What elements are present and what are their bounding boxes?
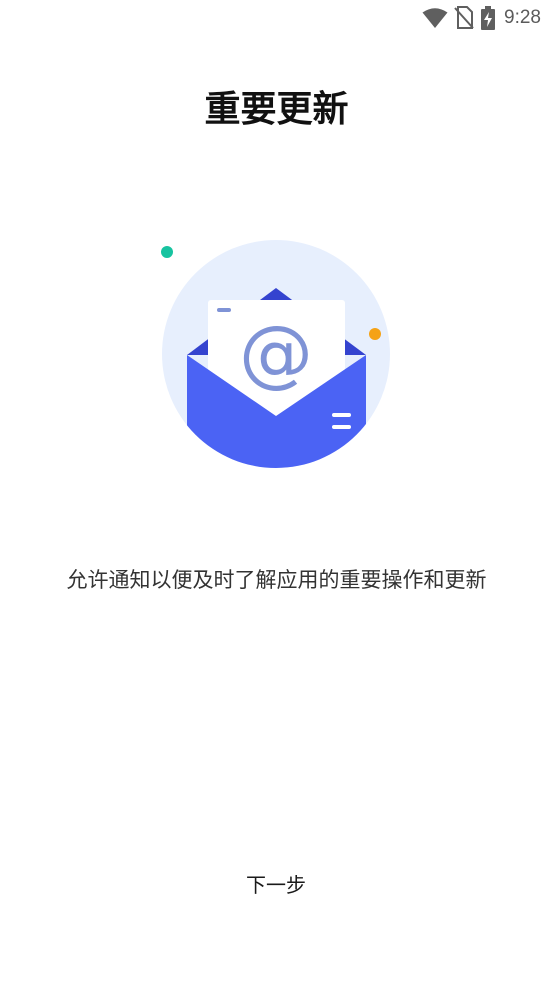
wifi-icon [422,7,448,29]
email-illustration: @ [150,230,410,480]
status-icons: 9:28 [416,6,541,30]
teal-dot [161,246,173,258]
no-sim-icon [454,6,474,30]
page-title: 重要更新 [204,89,349,130]
battery-charging-icon [480,6,496,30]
permission-description: 允许通知以便及时了解应用的重要操作和更新 [66,568,487,592]
status-bar: 9:28 [0,0,553,38]
clock: 9:28 [504,7,541,28]
email-envelope-icon: @ [161,240,390,468]
at-sign: @ [239,310,313,396]
next-step-button[interactable]: 下一步 [196,858,356,908]
orange-dot [369,328,381,340]
